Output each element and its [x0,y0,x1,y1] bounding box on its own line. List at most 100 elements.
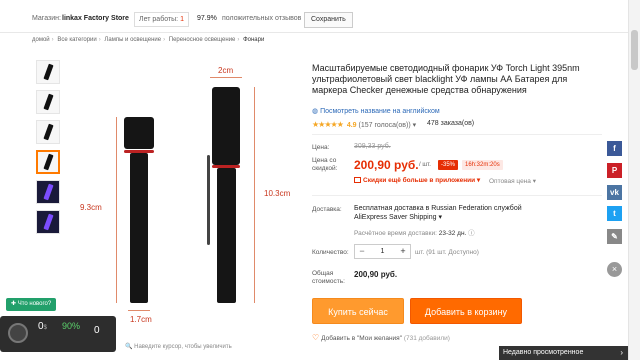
shipping-estimate-value: 23-32 дн. [438,230,467,237]
main-product-image[interactable]: 2cm 9.3cm 10.3cm 1.7cm [66,55,302,335]
thumbnail-4-selected[interactable] [36,150,60,174]
wishlist-count: (731 добавили) [403,335,450,342]
recently-viewed-label: Недавно просмотренное [503,349,584,356]
edit-icon[interactable]: ✎ [607,229,622,244]
add-to-wishlist-link[interactable]: ♡ Добавить в "Мои желания" (731 добавили) [312,333,450,342]
wholesale-price-link[interactable]: Оптовая цена ▾ [489,177,536,185]
positive-feedback-pct: 97.9% [197,15,217,22]
large-flashlight-body [217,168,236,303]
flashlight-thumb-icon [42,123,54,141]
widget-cashback-value: 0$ [38,321,47,332]
quantity-increase-button[interactable]: + [396,245,410,258]
thumbnail-3[interactable] [36,120,60,144]
store-label: Магазин: [32,15,61,22]
vk-share-icon[interactable]: vk [607,185,622,200]
shipping-method[interactable]: Бесплатная доставка в Russian Federation… [354,204,554,222]
large-flashlight-head [212,87,240,165]
breadcrumb-separator: › [163,37,166,43]
dimension-line-left [116,117,117,303]
shipping-label: Доставка: [312,206,342,213]
whats-new-text: Что нового? [17,301,52,307]
store-header: Магазин: linkax Factory Store Лет работы… [0,0,628,33]
thumbnail-1[interactable] [36,60,60,84]
rating-votes-link[interactable]: (157 голоса(ов)) [359,122,411,129]
thumbnail-5[interactable] [36,180,60,204]
dimension-left-label: 9.3cm [80,203,102,212]
breadcrumb-portable-light[interactable]: Переносное освещение [169,37,236,43]
divider [312,134,602,135]
heart-icon: ♡ [312,333,320,342]
thumbnail-2[interactable] [36,90,60,114]
chevron-right-icon: › [620,348,623,357]
thumbnail-6[interactable] [36,210,60,234]
zoom-hint-text: Наведите курсор, чтобы увеличить [134,344,232,350]
breadcrumb-flashlights[interactable]: Фонари [243,37,264,43]
extension-widget[interactable]: 0$ 90% 0 [0,316,116,352]
wholesale-text: Оптовая цена [489,178,531,185]
zoom-hint: 🔍 Наведите курсор, чтобы увеличить [125,343,232,350]
widget-percent: 90% [62,321,81,331]
breadcrumb-separator: › [98,37,101,43]
dimension-line-bottom [128,310,150,311]
flashlight-thumb-icon [42,213,54,231]
breadcrumb-home[interactable]: домой [32,37,50,43]
store-years-label: Лет работы: [139,16,179,23]
old-price: 309,33 руб. [354,143,391,150]
translate-title-link[interactable]: ◍ Посмотреть название на английском [312,107,440,115]
facebook-share-icon[interactable]: f [607,141,622,156]
widget-currency: $ [43,325,47,331]
discount-price-label: Цена со скидкой: [312,157,338,172]
chevron-down-icon: ▾ [532,178,536,185]
gift-icon: ✚ [11,301,18,307]
page-scrollbar[interactable] [628,0,640,360]
dimension-line-top [210,77,242,78]
scrollbar-thumb[interactable] [631,30,638,70]
orders-count: 478 заказа(ов) [427,120,475,127]
countdown-timer: 16h:32m:20s [462,160,503,170]
breadcrumb-separator: › [51,37,54,43]
zoom-icon: 🔍 [125,344,135,350]
discount-price: 200,90 руб. [354,158,419,172]
product-title: Масштабируемые светодиодный фонарик УФ T… [312,63,580,95]
positive-feedback-label: положительных отзывов [222,15,302,22]
shipping-estimate: Расчётное время доставки: 23-32 дн. ⓘ [354,227,475,237]
breadcrumb-all-categories[interactable]: Все категории [57,37,96,43]
small-flashlight-body [130,153,148,303]
chevron-down-icon: ▾ [412,122,417,129]
divider [312,195,602,196]
whats-new-button[interactable]: ✚ Что нового? [6,298,57,311]
close-icon[interactable]: × [607,262,622,277]
rating-score: 4.9 [346,122,357,129]
dimension-line-right [254,87,255,303]
quantity-available: шт. (91 шт. Доступно) [415,249,479,256]
recently-viewed-bar[interactable]: Недавно просмотренное › [499,346,628,360]
dimension-right-label: 10.3cm [264,189,291,198]
shipping-estimate-label: Расчётное время доставки: [354,230,437,237]
flashlight-thumb-icon [42,183,54,201]
breadcrumb-separator: › [237,37,240,43]
store-name-link[interactable]: linkax Factory Store [62,15,129,22]
quantity-label: Количество: [312,249,349,256]
quantity-stepper: − + [354,244,411,259]
twitter-share-icon[interactable]: t [607,206,622,221]
globe-icon: ◍ [312,108,321,115]
bulb-icon [8,323,28,343]
save-store-button[interactable]: Сохранить [304,12,353,28]
quantity-input[interactable] [371,246,394,257]
buy-now-button[interactable]: Купить сейчас [312,298,404,324]
discount-badge: -35% [438,160,459,170]
thumbnail-list [36,60,62,240]
quantity-decrease-button[interactable]: − [355,245,369,258]
wishlist-text: Добавить в "Мои желания" [321,335,403,342]
price-label: Цена: [312,144,330,151]
pinterest-share-icon[interactable]: P [607,163,622,178]
total-price-value: 200,90 руб. [354,270,398,279]
app-discount-link[interactable]: Скидки ещё больше в приложении ▾ [354,176,480,184]
breadcrumb: домой › Все категории › Лампы и освещение ›… [32,37,264,43]
breadcrumb-lamps[interactable]: Лампы и освещение [104,37,161,43]
add-to-cart-button[interactable]: Добавить в корзину [410,298,522,324]
per-unit-label: / шт. [419,162,431,168]
dimension-bottom-label: 1.7cm [130,315,152,324]
store-years-value: 1 [180,16,184,23]
product-rating: ★★★★★ 4.9 (157 голоса(ов)) ▾ 478 заказа(… [312,120,474,129]
